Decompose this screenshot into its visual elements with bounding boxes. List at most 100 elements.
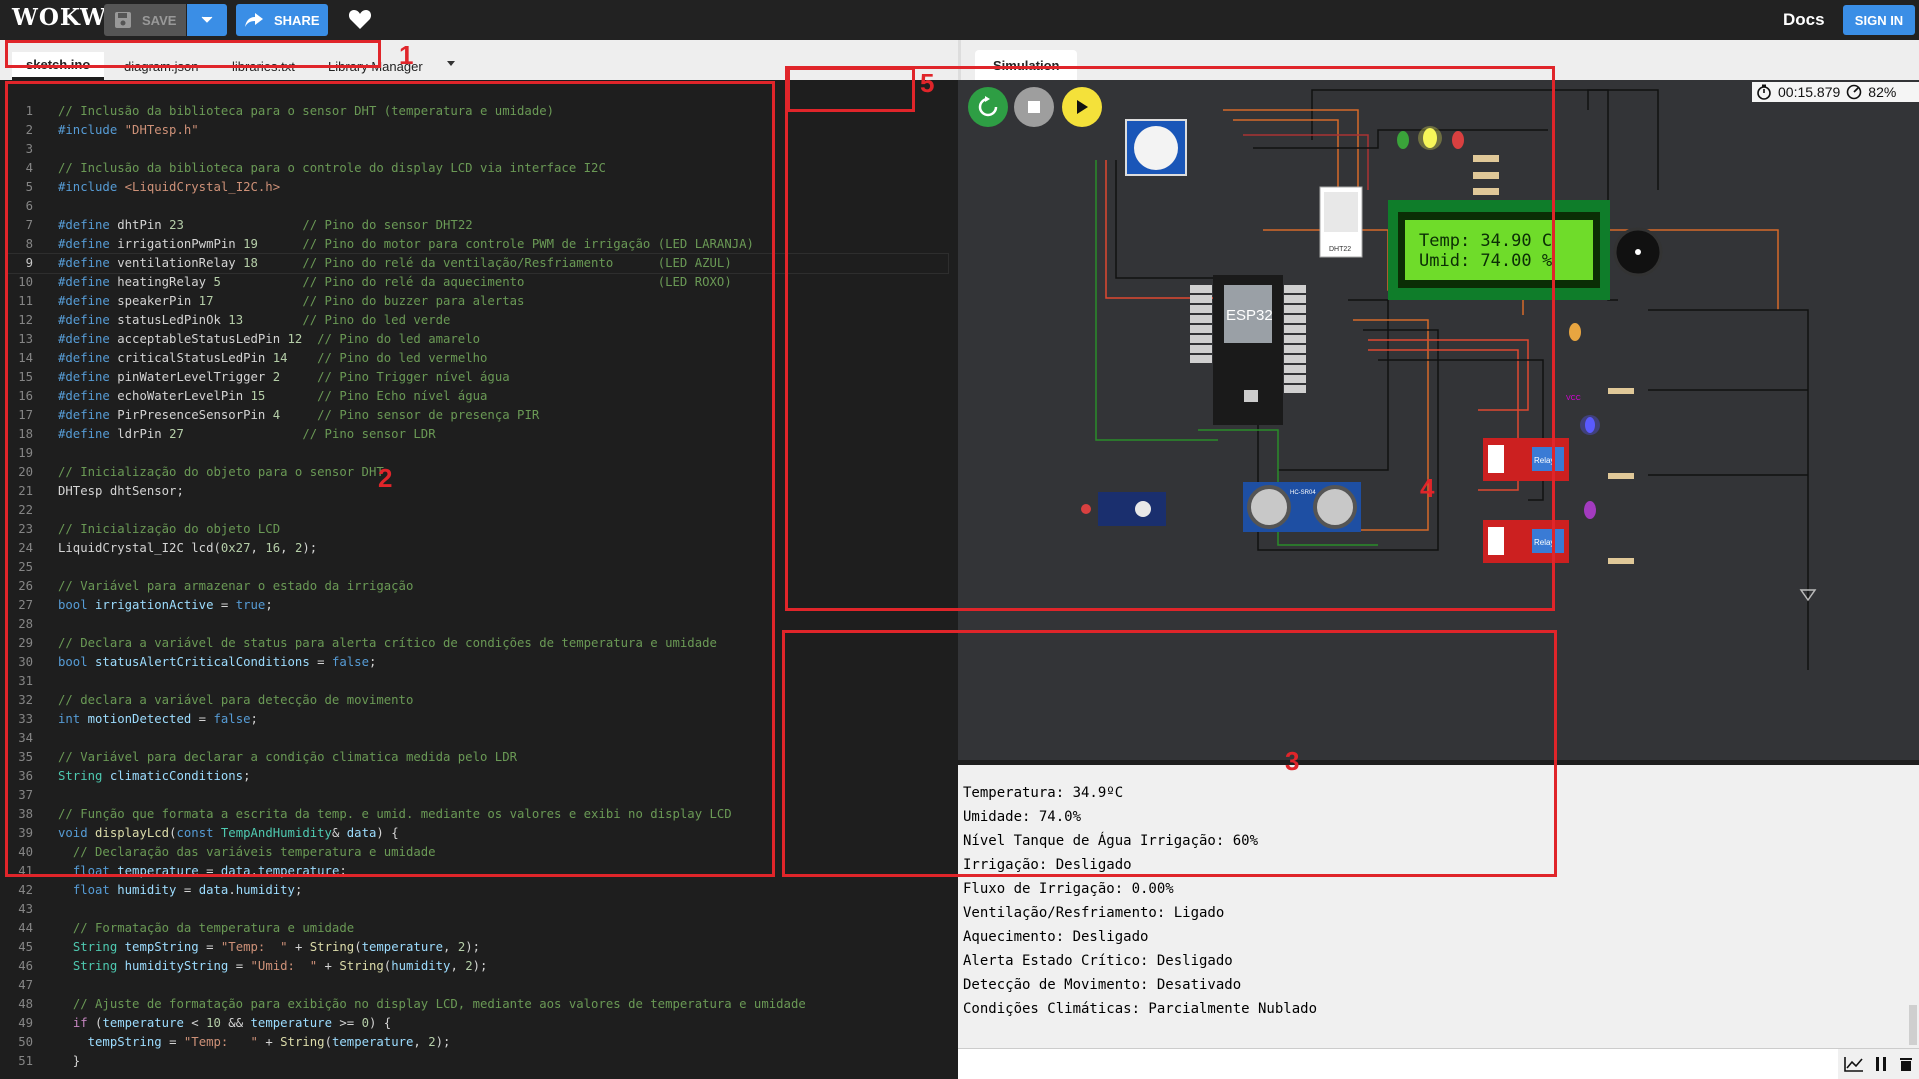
code-line[interactable]: 37 (8, 786, 948, 805)
output-leds[interactable]: VCC (1566, 388, 1634, 564)
code-line[interactable]: 44 // Formatação da temperatura e umidad… (8, 919, 948, 938)
code-line[interactable]: 42 float humidity = data. humidity; (8, 881, 948, 900)
code-line[interactable]: 49 if (temperature < 10 && temperature >… (8, 1014, 948, 1033)
relay-ventilation[interactable]: Relay (1483, 438, 1569, 481)
code-line[interactable]: 10 #define heatingRelay 5 // Pino do relé… (8, 273, 948, 292)
code-line[interactable]: 34 (8, 729, 948, 748)
code-token: 23 (169, 218, 184, 232)
share-button[interactable]: SHARE (236, 4, 328, 36)
code-line[interactable]: 5 #include <LiquidCrystal_I2C.h> (8, 178, 948, 197)
code-token: false (331, 655, 369, 669)
code-line[interactable]: 20 // Inicialização do objeto para o sens… (8, 463, 948, 482)
code-token: String (339, 959, 384, 973)
code-line[interactable]: 7 #define dhtPin 23 // Pino do sensor DHT… (8, 216, 948, 235)
ldr-module[interactable] (1081, 492, 1166, 526)
code-line[interactable]: 40 // Declaração das variáveis temperatu… (8, 843, 948, 862)
code-line[interactable]: 2 #include "DHTesp.h" (8, 121, 948, 140)
code-token: speakerPin (117, 294, 199, 308)
code-line[interactable]: 15 #define pinWaterLevelTrigger 2 // Pino… (8, 368, 948, 387)
code-line[interactable]: 21 DHTesp dhtSensor; (8, 482, 948, 501)
code-token: DHTesp dhtSensor; (58, 484, 184, 498)
tab-simulation[interactable]: Simulation (975, 50, 1078, 80)
code-line[interactable]: 50 tempString = "Temp: " + String(temper… (8, 1033, 948, 1052)
code-line[interactable]: 25 (8, 558, 948, 577)
tab-sketch-ino[interactable]: sketch.ino (12, 52, 105, 80)
esp32-board[interactable]: ESP32 (1190, 275, 1306, 425)
save-button[interactable]: SAVE (104, 4, 186, 36)
code-line[interactable]: 26 // Variável para armazenar o estado da… (8, 577, 948, 596)
status-leds[interactable] (1397, 126, 1499, 195)
code-token: TempAndHumidity (220, 826, 332, 840)
code-line[interactable]: 46 String humidityString = "Umid: " + St… (8, 957, 948, 976)
code-line[interactable]: 11 #define speakerPin 17 // Pino do buzze… (8, 292, 948, 311)
irrigation-led-orange[interactable] (1569, 323, 1581, 341)
code-line[interactable]: 3 (8, 140, 948, 159)
tab-overflow-chevron-icon[interactable] (446, 60, 456, 68)
code-line[interactable]: 43 (8, 900, 948, 919)
wokwi-logo[interactable]: WOKWi (12, 4, 116, 31)
code-line[interactable]: 29 // Declara a variável de status para a… (8, 634, 948, 653)
code-line[interactable]: 23 // Inicialização do objeto LCD (8, 520, 948, 539)
code-line[interactable]: 19 (8, 444, 948, 463)
code-line[interactable]: 9 #define ventilationRelay 18 // Pino do … (7, 253, 949, 274)
code-line[interactable]: 18 #define ldrPin 27 // Pino sensor LDR (8, 425, 948, 444)
code-line[interactable]: 36 String climaticConditions; (8, 767, 948, 786)
ultrasonic-sensor[interactable]: HC-SR04 (1243, 482, 1361, 532)
line-number: 20 (18, 465, 33, 479)
plotter-icon[interactable] (1844, 1056, 1864, 1072)
circuit-diagram[interactable]: DHT22 Temp: 34.90 C Umid: 74.00 % ESP32 (958, 80, 1919, 760)
trash-icon[interactable] (1899, 1056, 1913, 1072)
code-line[interactable]: 31 (8, 672, 948, 691)
code-line[interactable]: 17 #define PirPresenceSensorPin 4 // Pino… (8, 406, 948, 425)
code-line[interactable]: 16 #define echoWaterLevelPin 15 // Pino E… (8, 387, 948, 406)
code-line[interactable]: 14 #define criticalStatusLedPin 14 // Pin… (8, 349, 948, 368)
code-token: . (228, 883, 236, 897)
tab-libraries-txt[interactable]: libraries.txt (218, 52, 309, 80)
pause-icon[interactable] (1875, 1056, 1887, 1072)
dht22-sensor[interactable]: DHT22 (1319, 186, 1363, 258)
code-line[interactable]: 45 String tempString = "Temp: " + String… (8, 938, 948, 957)
code-line[interactable]: 48 // Ajuste de formatação para exibição… (8, 995, 948, 1014)
buzzer[interactable] (1613, 227, 1663, 277)
heart-icon[interactable] (348, 8, 372, 30)
simulation-canvas[interactable]: 00:15.879 82% DHT22 Temp: 34.90 C Umid: … (958, 80, 1919, 760)
code-token: "Umid: " (250, 959, 318, 973)
serial-scrollbar[interactable] (1909, 1005, 1917, 1045)
code-line[interactable]: 6 (8, 197, 948, 216)
code-token: 27 (169, 427, 184, 441)
code-line[interactable]: 30 bool statusAlertCriticalConditions = f… (8, 653, 948, 672)
code-line[interactable]: 12 #define statusLedPinOk 13 // Pino do l… (8, 311, 948, 330)
serial-monitor[interactable]: Temperatura: 34.9ºC Umidade: 74.0% Nível T… (958, 765, 1919, 1079)
code-line[interactable]: 41 float temperature = data. temperature; (8, 862, 948, 881)
code-line[interactable]: 24 LiquidCrystal_I2C lcd(0x27, 16, 2); (8, 539, 948, 558)
line-number: 6 (25, 199, 33, 213)
save-dropdown-button[interactable] (187, 4, 227, 36)
code-line[interactable]: 51 } (8, 1052, 948, 1071)
tab-library-manager[interactable]: Library Manager (314, 52, 437, 80)
code-line[interactable]: 28 (8, 615, 948, 634)
code-line[interactable]: 35 // Variável para declarar a condição c… (8, 748, 948, 767)
line-number: 40 (18, 845, 33, 859)
pir-sensor[interactable] (1125, 119, 1187, 176)
code-line[interactable]: 4 // Inclusão da biblioteca para o contro… (8, 159, 948, 178)
code-line[interactable]: 13 #define acceptableStatusLedPin 12 // P… (8, 330, 948, 349)
code-line[interactable]: 47 (8, 976, 948, 995)
tab-diagram-json[interactable]: diagram.json (110, 52, 212, 80)
serial-input[interactable] (958, 1048, 1838, 1079)
code-line[interactable]: 22 (8, 501, 948, 520)
code-line[interactable]: 1 // Inclusão da biblioteca para o sensor… (8, 102, 948, 121)
lcd-display[interactable]: Temp: 34.90 C Umid: 74.00 % (1388, 200, 1610, 300)
code-line[interactable]: 8 #define irrigationPwmPin 19 // Pino do … (8, 235, 948, 254)
code-line[interactable]: 38 // Função que formata a escrita da tem… (8, 805, 948, 824)
docs-link[interactable]: Docs (1783, 10, 1825, 30)
code-editor[interactable]: 1 // Inclusão da biblioteca para o sensor… (0, 80, 958, 1079)
code-line[interactable]: 33 int motionDetected = false; (8, 710, 948, 729)
line-number: 39 (18, 826, 33, 840)
code-line[interactable]: 39 void displayLcd(const TempAndHumidity &… (8, 824, 948, 843)
relay-heating[interactable]: Relay (1483, 520, 1569, 563)
code-line[interactable]: 32 // declara a variável para detecção de… (8, 691, 948, 710)
sign-in-button[interactable]: SIGN IN (1843, 5, 1915, 35)
code-line[interactable]: 27 bool irrigationActive = true; (8, 596, 948, 615)
code-token: ); (465, 940, 481, 954)
